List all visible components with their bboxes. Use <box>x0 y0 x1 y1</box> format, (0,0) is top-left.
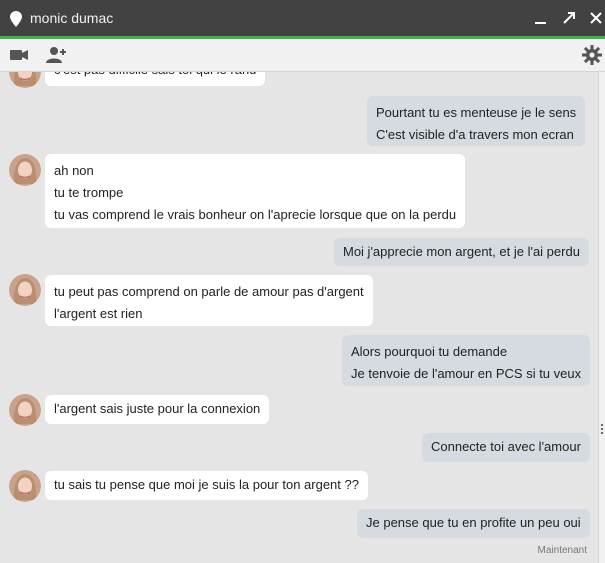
minimize-icon[interactable] <box>532 9 550 27</box>
message-line: Connecte toi avec l'amour <box>431 439 581 454</box>
message-line: Moi j'apprecie mon argent, et je l'ai pe… <box>343 244 580 259</box>
message-timestamp: Maintenant <box>537 545 587 556</box>
add-person-icon[interactable] <box>45 44 67 66</box>
message-bubble-incoming: c'est pas difficile sais toi qui le rand <box>45 72 266 86</box>
message-line: c'est pas difficile sais toi qui le rand <box>54 72 256 81</box>
message-line: Je pense que tu en profite un peu oui <box>366 515 581 530</box>
contact-avatar <box>9 154 41 186</box>
video-call-icon[interactable] <box>8 44 30 66</box>
message-line: tu sais tu pense que moi je suis la pour… <box>54 477 359 492</box>
message-bubble-incoming: l'argent sais juste pour la connexion <box>45 395 270 424</box>
message-bubble-incoming: ah non tu te trompe tu vas comprend le v… <box>45 154 466 228</box>
message-line: l'argent est rien <box>54 306 143 321</box>
message-list[interactable]: c'est pas difficile sais toi qui le rand… <box>0 72 598 563</box>
message-line: Pourtant tu es menteuse je le sens <box>376 105 577 120</box>
message-bubble-incoming: tu sais tu pense que moi je suis la pour… <box>45 471 368 500</box>
message-line: tu vas comprend le vrais bonheur on l'ap… <box>54 207 457 222</box>
message-line: Alors pourquoi tu demande <box>351 344 508 359</box>
close-icon[interactable] <box>587 9 605 27</box>
chat-title-bar: monic dumac <box>0 0 605 36</box>
contact-avatar <box>9 274 41 306</box>
scrollbar-track[interactable] <box>598 72 605 563</box>
contact-avatar <box>9 394 41 426</box>
message-line: tu te trompe <box>54 185 124 200</box>
message-bubble-outgoing: Connecte toi avec l'amour <box>422 433 590 462</box>
popout-icon[interactable] <box>560 9 578 27</box>
message-line: C'est visible d'a travers mon ecran <box>376 127 574 142</box>
message-line: ah non <box>54 163 94 178</box>
contact-avatar <box>9 470 41 502</box>
message-bubble-outgoing: Pourtant tu es menteuse je le sens C'est… <box>367 96 586 146</box>
gear-icon[interactable] <box>581 44 603 66</box>
message-bubble-outgoing: Moi j'apprecie mon argent, et je l'ai pe… <box>334 238 589 266</box>
message-bubble-outgoing: Je pense que tu en profite un peu oui <box>357 509 590 538</box>
message-bubble-outgoing: Alors pourquoi tu demande Je tenvoie de … <box>342 335 591 386</box>
message-line: l'argent sais juste pour la connexion <box>54 401 261 416</box>
contact-avatar <box>9 72 41 88</box>
message-line: tu peut pas comprend on parle de amour p… <box>54 284 364 299</box>
window-title: monic dumac <box>30 10 114 26</box>
resize-handle[interactable] <box>601 424 603 434</box>
message-line: Je tenvoie de l'amour en PCS si tu veux <box>351 366 582 381</box>
message-bubble-incoming: tu peut pas comprend on parle de amour p… <box>45 275 373 326</box>
chat-toolbar <box>0 39 605 72</box>
location-pin-icon <box>10 11 22 27</box>
